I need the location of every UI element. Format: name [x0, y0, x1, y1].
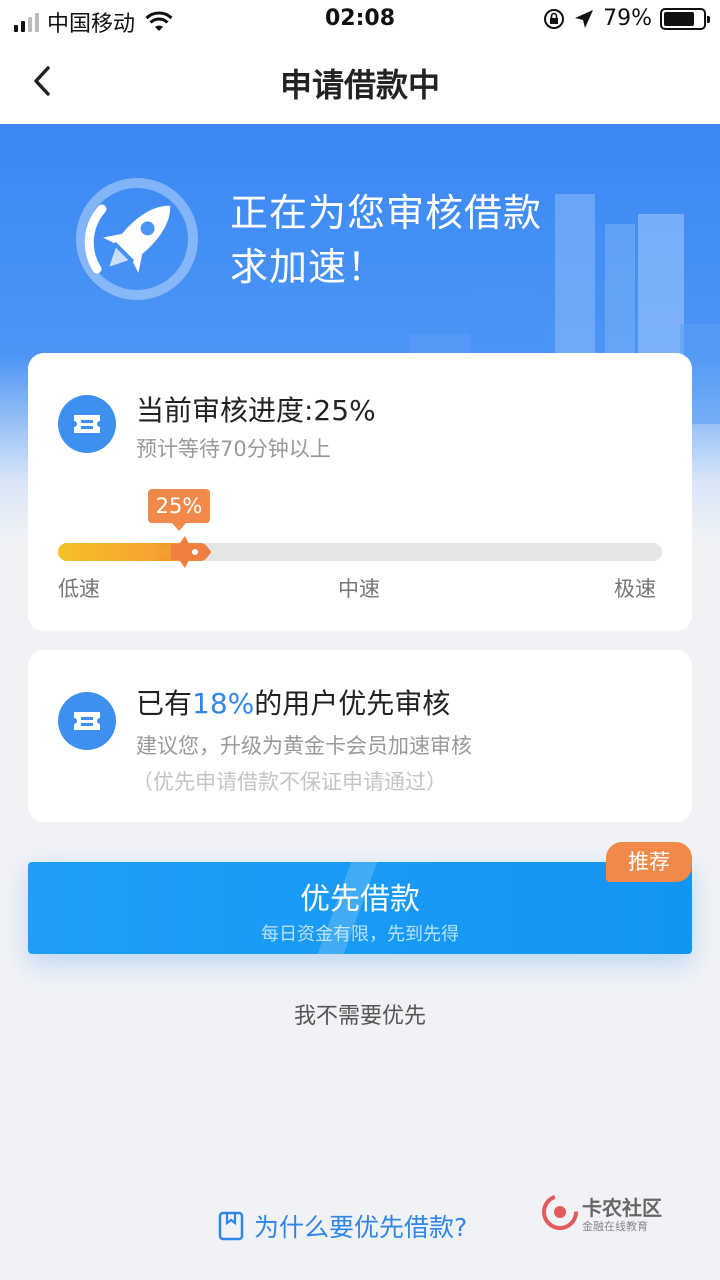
- ticket-icon: [58, 692, 116, 750]
- page-title: 申请借款中: [279, 66, 440, 104]
- progress-badge: 25%: [148, 489, 210, 531]
- location-icon: [575, 9, 594, 28]
- decline-priority-link[interactable]: 我不需要优先: [0, 998, 720, 1030]
- scale-high: 极速: [614, 577, 656, 601]
- document-icon: [218, 1211, 244, 1241]
- battery-icon: [660, 7, 710, 30]
- rotation-lock-icon: [544, 8, 565, 29]
- disclaimer-note: （优先申请借款不保证申请通过）: [132, 770, 447, 794]
- kanong-logo-icon: [542, 1194, 578, 1230]
- status-bar: 中国移动 02:08 79%: [0, 0, 720, 40]
- nav-bar: 申请借款中: [0, 40, 720, 124]
- battery-fill: [664, 11, 695, 26]
- scale-mid: 中速: [338, 577, 380, 601]
- upgrade-suggestion: 建议您，升级为黄金卡会员加速审核: [136, 734, 472, 758]
- hero-line-2: 求加速！: [230, 245, 387, 289]
- priority-loan-label: 优先借款: [300, 882, 420, 917]
- progress-title: 当前审核进度:25%: [136, 394, 376, 427]
- priority-percent: 18%: [192, 687, 255, 720]
- title-suffix: 的用户优先审核: [254, 687, 451, 720]
- scale-low: 低速: [58, 577, 100, 601]
- progress-track: [58, 536, 662, 568]
- why-priority-label: 为什么要优先借款?: [254, 1213, 468, 1242]
- priority-users-card: 已有18%的用户优先审核 建议您，升级为黄金卡会员加速审核 （优先申请借款不保证…: [28, 650, 692, 822]
- hero-line-1: 正在为您审核借款: [230, 191, 543, 235]
- watermark-sub: 金融在线教育: [582, 1220, 648, 1233]
- recommend-tag: 推荐: [606, 842, 692, 882]
- title-prefix: 已有: [136, 687, 193, 720]
- rocket-icon: [76, 178, 198, 300]
- hero-text: 正在为您审核借款 求加速！: [230, 186, 542, 294]
- watermark: 卡农社区 金融在线教育: [540, 1190, 690, 1240]
- ticket-icon: [58, 395, 116, 453]
- progress-subtitle: 预计等待70分钟以上: [136, 437, 331, 461]
- why-priority-link[interactable]: 为什么要优先借款?: [218, 1208, 467, 1244]
- priority-loan-sub: 每日资金有限，先到先得: [261, 924, 459, 945]
- progress-card: 当前审核进度:25% 预计等待70分钟以上 25% 低速 中速 极速: [28, 353, 692, 631]
- priority-loan-button[interactable]: 优先借款 每日资金有限，先到先得: [28, 862, 692, 954]
- priority-users-title: 已有18%的用户优先审核: [136, 682, 450, 722]
- battery-percent: 79%: [603, 6, 652, 31]
- status-right: 79%: [543, 6, 710, 31]
- progress-rocket-icon: [157, 536, 211, 568]
- watermark-title: 卡农社区: [582, 1196, 662, 1220]
